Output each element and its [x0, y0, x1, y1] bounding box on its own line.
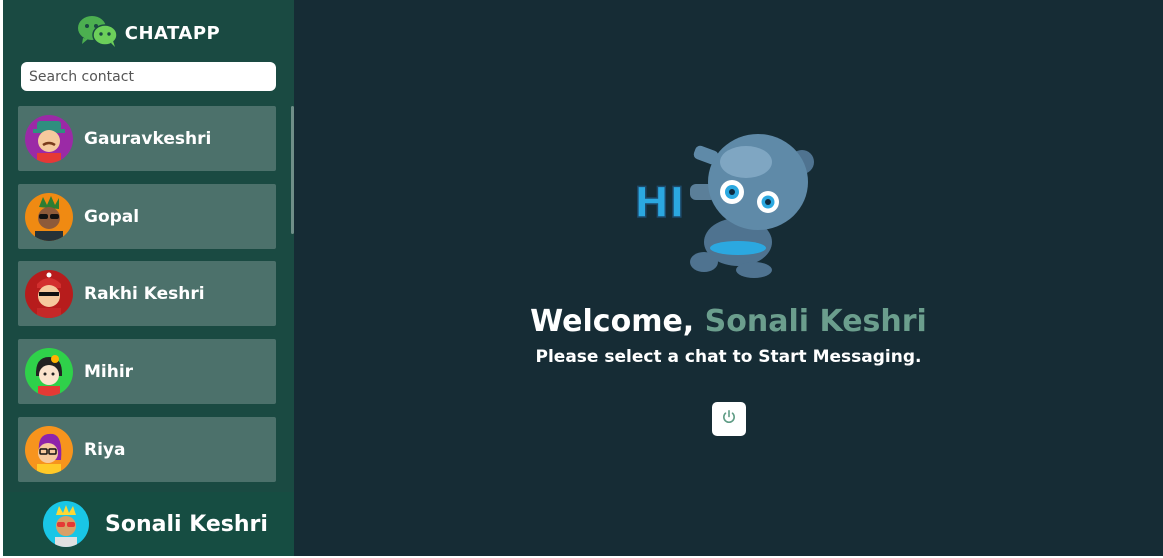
avatar	[25, 269, 73, 318]
svg-text:HI: HI	[634, 178, 685, 227]
chat-app: CHATAPP Gauravkeshri	[3, 0, 1163, 556]
contact-item[interactable]: Riya	[18, 417, 276, 482]
avatar	[43, 501, 89, 547]
welcome-heading: Welcome, Sonali Keshri	[294, 304, 1163, 339]
sidebar: CHATAPP Gauravkeshri	[3, 0, 294, 556]
welcome-user-name: Sonali Keshri	[704, 304, 927, 339]
avatar	[25, 192, 73, 241]
avatar	[25, 425, 73, 474]
contact-name: Gopal	[84, 206, 140, 227]
contact-item[interactable]: Gopal	[18, 184, 276, 249]
brand-header: CHATAPP	[3, 14, 294, 52]
contact-name: Mihir	[84, 361, 134, 382]
current-user-name: Sonali Keshri	[105, 511, 268, 537]
robot-illustration: HI	[633, 122, 824, 282]
welcome-prefix: Welcome,	[530, 304, 705, 339]
contact-list: Gauravkeshri Gopal Rakhi Keshri Mihir Ri…	[3, 100, 294, 486]
contact-item[interactable]: Rakhi Keshri	[18, 261, 276, 326]
contact-name: Riya	[84, 439, 126, 460]
avatar	[25, 114, 73, 163]
welcome-panel: HI Welcome, Sonali Keshri Please select …	[294, 0, 1163, 556]
contact-item[interactable]: Mihir	[18, 339, 276, 404]
logout-button[interactable]	[712, 402, 746, 436]
contact-name: Gauravkeshri	[84, 128, 212, 149]
wechat-icon	[77, 14, 119, 53]
brand-title: CHATAPP	[124, 22, 221, 44]
welcome-subtitle: Please select a chat to Start Messaging.	[535, 347, 922, 367]
current-user-bar: Sonali Keshri	[3, 492, 294, 556]
contact-name: Rakhi Keshri	[84, 283, 205, 304]
search-input[interactable]	[21, 62, 276, 91]
contact-item[interactable]: Gauravkeshri	[18, 106, 276, 171]
power-icon	[721, 409, 737, 429]
avatar	[25, 347, 73, 396]
